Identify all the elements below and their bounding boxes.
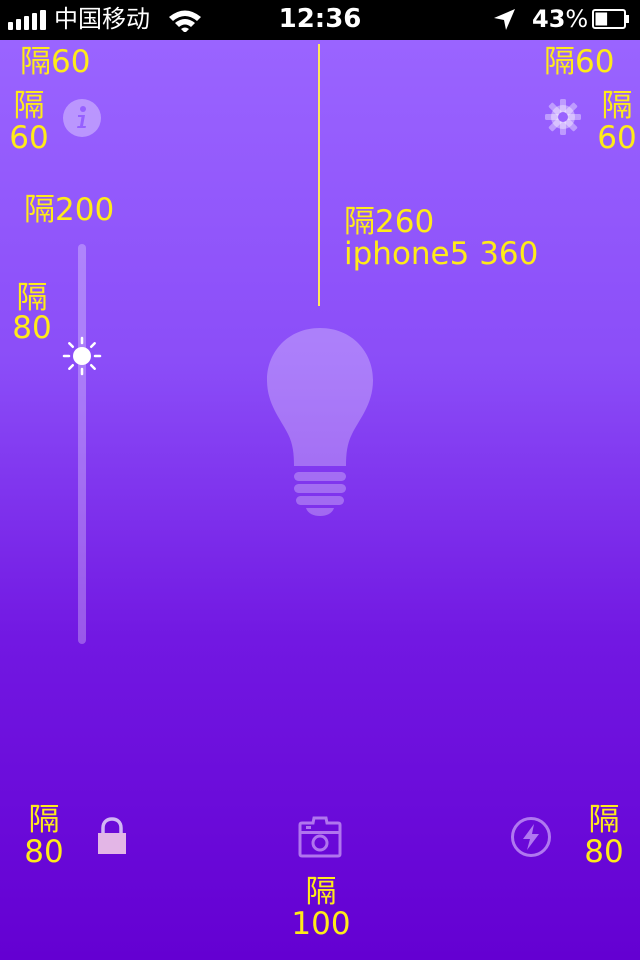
annotation-bottom-center-2: 100 [291,906,351,942]
annotation-center-2: iphone5 360 [344,236,539,272]
annotation-info-left-2: 60 [9,120,49,156]
flash-icon[interactable] [510,816,552,858]
annotation-settings-right-2: 60 [597,120,637,156]
status-bar: 中国移动 12:36 43% [0,0,640,40]
lock-icon[interactable] [96,816,128,856]
battery-percent-value: 43 [532,5,566,33]
battery-icon [592,9,629,29]
gear-icon[interactable] [544,98,582,136]
battery-percent-suffix: % [565,5,589,33]
annotation-center-1: 隔260 [344,204,435,240]
brightness-slider-track[interactable] [78,244,86,644]
annotation-bottom-right-2: 80 [584,834,624,870]
annotation-slider-top: 隔200 [24,192,115,228]
battery-percent: 43% [532,5,588,33]
camera-icon[interactable] [298,816,342,858]
location-arrow-icon [494,9,515,30]
annotation-slider-left-2: 80 [12,310,52,346]
annotation-settings-right-1: 隔 [601,88,633,124]
annotation-top-right: 隔60 [544,44,615,80]
annotation-info-left-1: 隔 [13,88,45,124]
lightbulb-icon[interactable] [262,326,378,518]
flashlight-app-screen: 隔60 隔60 隔 60 隔 60 隔200 隔260 iphone5 360 … [0,40,640,960]
annotation-bottom-left-1: 隔 [28,802,60,838]
annotation-bottom-center-1: 隔 [305,874,337,910]
annotation-bottom-right-1: 隔 [588,802,620,838]
info-icon[interactable] [62,98,102,138]
bulb-pull-cord[interactable] [318,44,320,306]
annotation-bottom-left-2: 80 [24,834,64,870]
sun-icon[interactable] [62,336,102,376]
annotation-top-left: 隔60 [20,44,91,80]
